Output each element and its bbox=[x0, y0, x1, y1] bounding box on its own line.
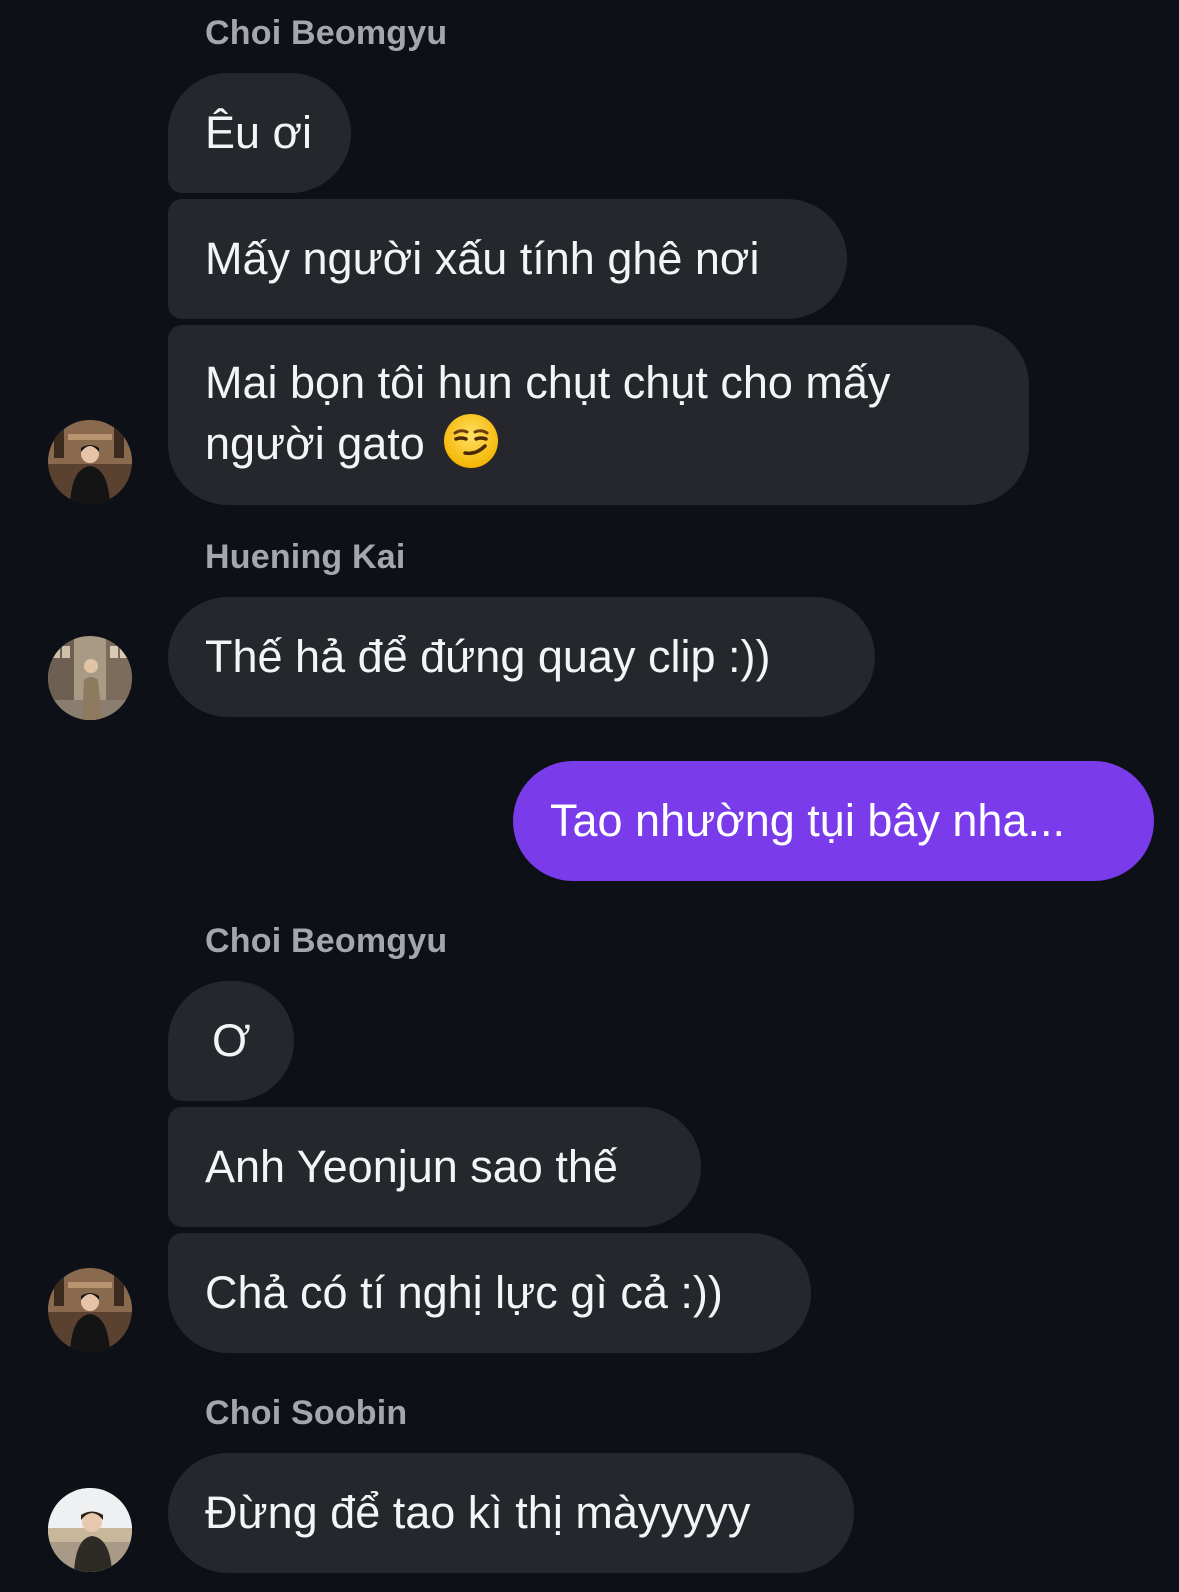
smirking-face-emoji-icon bbox=[443, 413, 499, 469]
message-bubble[interactable]: Anh Yeonjun sao thế bbox=[168, 1107, 701, 1227]
avatar-choi-soobin[interactable] bbox=[48, 1488, 132, 1572]
message-text-wrap: Mai bọn tôi hun chụt chụt cho mấy người … bbox=[205, 353, 992, 474]
message-bubble[interactable]: Ơ bbox=[168, 981, 294, 1101]
message-bubble[interactable]: Thế hả để đứng quay clip :)) bbox=[168, 597, 875, 717]
message-text: Anh Yeonjun sao thế bbox=[205, 1141, 618, 1192]
message-bubble[interactable]: Chả có tí nghị lực gì cả :)) bbox=[168, 1233, 811, 1353]
message-text: Chả có tí nghị lực gì cả :)) bbox=[205, 1267, 723, 1318]
sender-name: Choi Beomgyu bbox=[205, 14, 448, 52]
message-text: Mấy người xấu tính ghê nơi bbox=[205, 233, 760, 284]
message-text: Mai bọn tôi hun chụt chụt cho mấy người … bbox=[205, 357, 891, 469]
message-text: Ơ bbox=[212, 1015, 251, 1066]
avatar-choi-beomgyu[interactable] bbox=[48, 1268, 132, 1352]
message-text: Đừng để tao kì thị màyyyyy bbox=[205, 1487, 751, 1538]
sender-name: Choi Beomgyu bbox=[205, 922, 448, 960]
sender-name: Huening Kai bbox=[205, 538, 406, 576]
message-bubble[interactable]: Mấy người xấu tính ghê nơi bbox=[168, 199, 847, 319]
avatar-choi-beomgyu[interactable] bbox=[48, 420, 132, 504]
own-message-bubble[interactable]: Tao nhường tụi bây nha... bbox=[513, 761, 1154, 881]
message-text: Êu ơi bbox=[205, 107, 313, 158]
message-bubble[interactable]: Đừng để tao kì thị màyyyyy bbox=[168, 1453, 854, 1573]
sender-name: Choi Soobin bbox=[205, 1394, 408, 1432]
message-text: Tao nhường tụi bây nha... bbox=[550, 795, 1065, 846]
avatar-huening-kai[interactable] bbox=[48, 636, 132, 720]
message-bubble[interactable]: Mai bọn tôi hun chụt chụt cho mấy người … bbox=[168, 325, 1029, 505]
message-bubble[interactable]: Êu ơi bbox=[168, 73, 351, 193]
message-text: Thế hả để đứng quay clip :)) bbox=[205, 631, 771, 682]
